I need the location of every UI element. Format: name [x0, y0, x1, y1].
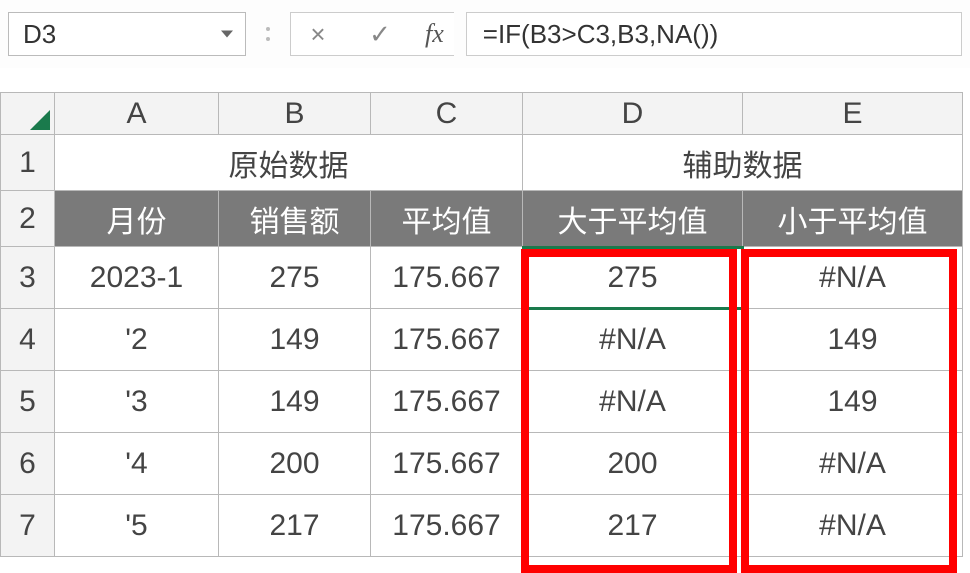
chevron-down-icon[interactable] [221, 31, 233, 38]
cell-E3[interactable]: #N/A [743, 247, 963, 309]
cell-D6[interactable]: 200 [523, 433, 743, 495]
cell-B6[interactable]: 200 [219, 433, 371, 495]
table-row: 5 '3 149 175.667 #N/A 149 [1, 371, 963, 433]
cell-A5[interactable]: '3 [55, 371, 219, 433]
spreadsheet[interactable]: A B C D E 1 原始数据 辅助数据 2 月份 销售额 平均值 大于平均值… [0, 92, 963, 557]
confirm-icon[interactable]: ✓ [363, 19, 397, 50]
row-header-7[interactable]: 7 [1, 495, 55, 557]
row-header-1[interactable]: 1 [1, 135, 55, 191]
name-box[interactable]: D3 [8, 12, 246, 56]
table-row: 6 '4 200 175.667 200 #N/A [1, 433, 963, 495]
cell-D4[interactable]: #N/A [523, 309, 743, 371]
row-header-2[interactable]: 2 [1, 191, 55, 247]
table-row: 2 月份 销售额 平均值 大于平均值 小于平均值 [1, 191, 963, 247]
cell-E5[interactable]: 149 [743, 371, 963, 433]
table-row: 4 '2 149 175.667 #N/A 149 [1, 309, 963, 371]
cell-D5[interactable]: #N/A [523, 371, 743, 433]
merged-header-right[interactable]: 辅助数据 [523, 135, 963, 191]
cell-C7[interactable]: 175.667 [371, 495, 523, 557]
name-box-value: D3 [23, 19, 56, 50]
column-header-row: A B C D E [1, 93, 963, 135]
cell-A4[interactable]: '2 [55, 309, 219, 371]
cell-A3[interactable]: 2023-1 [55, 247, 219, 309]
cancel-icon[interactable]: × [301, 19, 335, 50]
col-header-E[interactable]: E [743, 93, 963, 135]
subheader-A[interactable]: 月份 [55, 191, 219, 247]
cell-D7[interactable]: 217 [523, 495, 743, 557]
cell-A7[interactable]: '5 [55, 495, 219, 557]
row-header-6[interactable]: 6 [1, 433, 55, 495]
formula-text: =IF(B3>C3,B3,NA()) [483, 19, 719, 50]
subheader-C[interactable]: 平均值 [371, 191, 523, 247]
row-header-5[interactable]: 5 [1, 371, 55, 433]
cell-C5[interactable]: 175.667 [371, 371, 523, 433]
formula-bar: D3 × ✓ fx =IF(B3>C3,B3,NA()) [0, 0, 970, 68]
fx-icon[interactable]: fx [425, 19, 444, 49]
table-row: 1 原始数据 辅助数据 [1, 135, 963, 191]
cell-E6[interactable]: #N/A [743, 433, 963, 495]
formula-input[interactable]: =IF(B3>C3,B3,NA()) [466, 12, 962, 56]
subheader-D[interactable]: 大于平均值 [523, 191, 743, 247]
cell-B5[interactable]: 149 [219, 371, 371, 433]
cell-E7[interactable]: #N/A [743, 495, 963, 557]
cell-D3[interactable]: 275 [523, 247, 743, 309]
cell-C4[interactable]: 175.667 [371, 309, 523, 371]
merged-header-left[interactable]: 原始数据 [55, 135, 523, 191]
cell-B3[interactable]: 275 [219, 247, 371, 309]
formula-controls: × ✓ fx [290, 12, 454, 56]
col-header-D[interactable]: D [523, 93, 743, 135]
cell-C3[interactable]: 175.667 [371, 247, 523, 309]
table-row: 7 '5 217 175.667 217 #N/A [1, 495, 963, 557]
table-row: 3 2023-1 275 175.667 275 #N/A [1, 247, 963, 309]
select-all-corner[interactable] [1, 93, 55, 135]
row-header-4[interactable]: 4 [1, 309, 55, 371]
row-header-3[interactable]: 3 [1, 247, 55, 309]
cell-E4[interactable]: 149 [743, 309, 963, 371]
subheader-B[interactable]: 销售额 [219, 191, 371, 247]
cell-B4[interactable]: 149 [219, 309, 371, 371]
col-header-C[interactable]: C [371, 93, 523, 135]
cell-B7[interactable]: 217 [219, 495, 371, 557]
divider-icon [258, 27, 278, 41]
col-header-B[interactable]: B [219, 93, 371, 135]
cell-C6[interactable]: 175.667 [371, 433, 523, 495]
col-header-A[interactable]: A [55, 93, 219, 135]
subheader-E[interactable]: 小于平均值 [743, 191, 963, 247]
cell-A6[interactable]: '4 [55, 433, 219, 495]
